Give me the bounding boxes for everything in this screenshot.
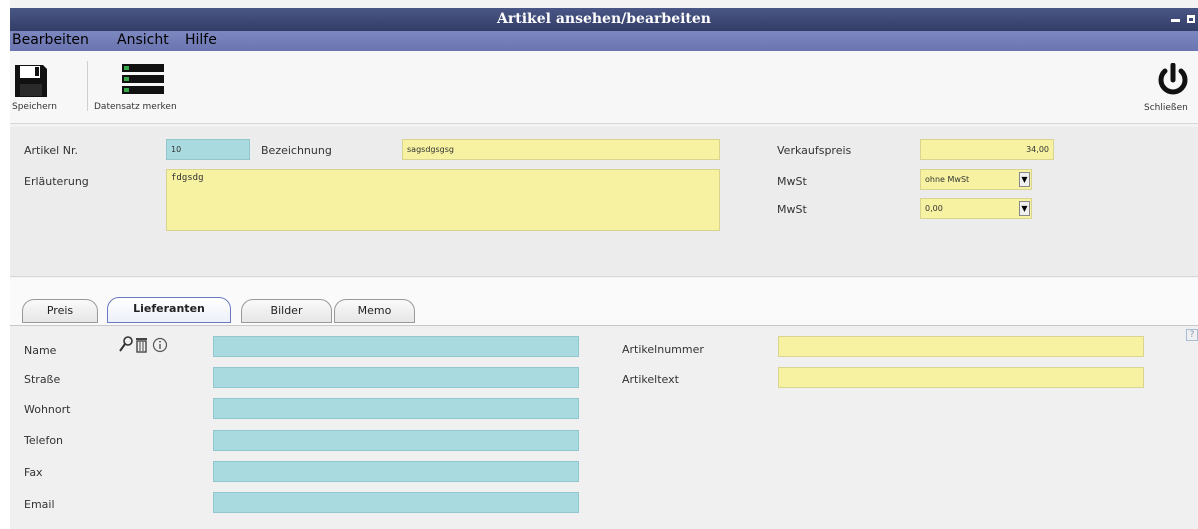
- artikeltext-label: Artikeltext: [622, 373, 679, 386]
- artikeltext-field[interactable]: [778, 367, 1144, 388]
- mwst-select-1[interactable]: ohne MwSt ▼: [920, 169, 1032, 190]
- tab-lieferanten[interactable]: Lieferanten: [107, 297, 231, 323]
- article-header-form: Artikel Nr. 10 Bezeichnung sagsdgsgsg Er…: [10, 127, 1198, 277]
- tab-preis[interactable]: Preis: [22, 299, 98, 323]
- menu-bearbeiten[interactable]: Bearbeiten: [12, 32, 89, 48]
- bookmark-record-label: Datensatz merken: [94, 102, 177, 112]
- strasse-field[interactable]: [213, 367, 579, 388]
- wohnort-label: Wohnort: [24, 403, 71, 416]
- menu-hilfe[interactable]: Hilfe: [185, 32, 217, 48]
- info-icon[interactable]: [152, 337, 168, 357]
- help-icon[interactable]: ?: [1186, 329, 1198, 341]
- chevron-down-icon[interactable]: ▼: [1019, 201, 1030, 216]
- title-bar: Artikel ansehen/bearbeiten x: [10, 8, 1198, 31]
- artikelnummer-label: Artikelnummer: [622, 343, 704, 356]
- trash-icon[interactable]: [136, 337, 147, 357]
- minimize-icon[interactable]: [1170, 13, 1182, 25]
- tab-memo[interactable]: Memo: [334, 299, 415, 323]
- name-field[interactable]: [213, 336, 579, 357]
- erlaeuterung-textarea[interactable]: fdgsdg: [166, 169, 720, 231]
- save-button[interactable]: Speichern: [10, 61, 72, 116]
- email-label: Email: [24, 498, 55, 511]
- mwst-label-1: MwSt: [777, 175, 807, 188]
- name-label: Name: [24, 344, 57, 357]
- chevron-down-icon[interactable]: ▼: [1019, 172, 1030, 187]
- email-field[interactable]: [213, 492, 579, 513]
- artikelnummer-field[interactable]: [778, 336, 1144, 357]
- artikel-nr-field[interactable]: 10: [166, 139, 250, 160]
- article-edit-window: Artikel ansehen/bearbeiten x Bearbeiten …: [10, 0, 1198, 529]
- mwst-select-1-value: ohne MwSt: [925, 175, 970, 184]
- artikel-nr-label: Artikel Nr.: [24, 144, 78, 157]
- bezeichnung-label: Bezeichnung: [261, 144, 332, 157]
- supplier-form: ? Name Straße Wohnort Telefon Fax Email …: [10, 326, 1198, 529]
- power-icon: [1158, 63, 1188, 95]
- erlaeuterung-label: Erläuterung: [24, 175, 89, 188]
- window-title: Artikel ansehen/bearbeiten: [497, 11, 711, 27]
- wohnort-field[interactable]: [213, 398, 579, 419]
- verkaufspreis-label: Verkaufspreis: [777, 144, 852, 157]
- toolbar: Speichern Datensatz merken Schließen: [10, 51, 1198, 124]
- mwst-select-2-value: 0,00: [925, 204, 943, 213]
- telefon-label: Telefon: [24, 434, 64, 447]
- tab-bilder[interactable]: Bilder: [241, 299, 332, 323]
- close-label: Schließen: [1144, 103, 1188, 113]
- mwst-label-2: MwSt: [777, 203, 807, 216]
- menu-ansicht[interactable]: Ansicht: [117, 32, 169, 48]
- bezeichnung-field[interactable]: sagsdgsgsg: [402, 139, 720, 160]
- fax-field[interactable]: [213, 461, 579, 482]
- mwst-select-2[interactable]: 0,00 ▼: [920, 198, 1032, 219]
- tab-bar: Preis Lieferanten Bilder Memo: [10, 278, 1198, 326]
- menu-bar: Bearbeiten Ansicht Hilfe: [10, 31, 1198, 51]
- bookmark-record-button[interactable]: Datensatz merken: [94, 61, 204, 116]
- telefon-field[interactable]: [213, 430, 579, 451]
- strasse-label: Straße: [24, 373, 61, 386]
- save-label: Speichern: [12, 102, 57, 112]
- floppy-disk-icon: [15, 65, 47, 97]
- close-button[interactable]: Schließen: [1144, 61, 1198, 116]
- toolbar-separator: [87, 61, 88, 111]
- database-records-icon: [122, 64, 164, 94]
- search-icon[interactable]: [118, 336, 134, 358]
- verkaufspreis-field[interactable]: 34,00: [920, 139, 1054, 160]
- fax-label: Fax: [24, 466, 43, 479]
